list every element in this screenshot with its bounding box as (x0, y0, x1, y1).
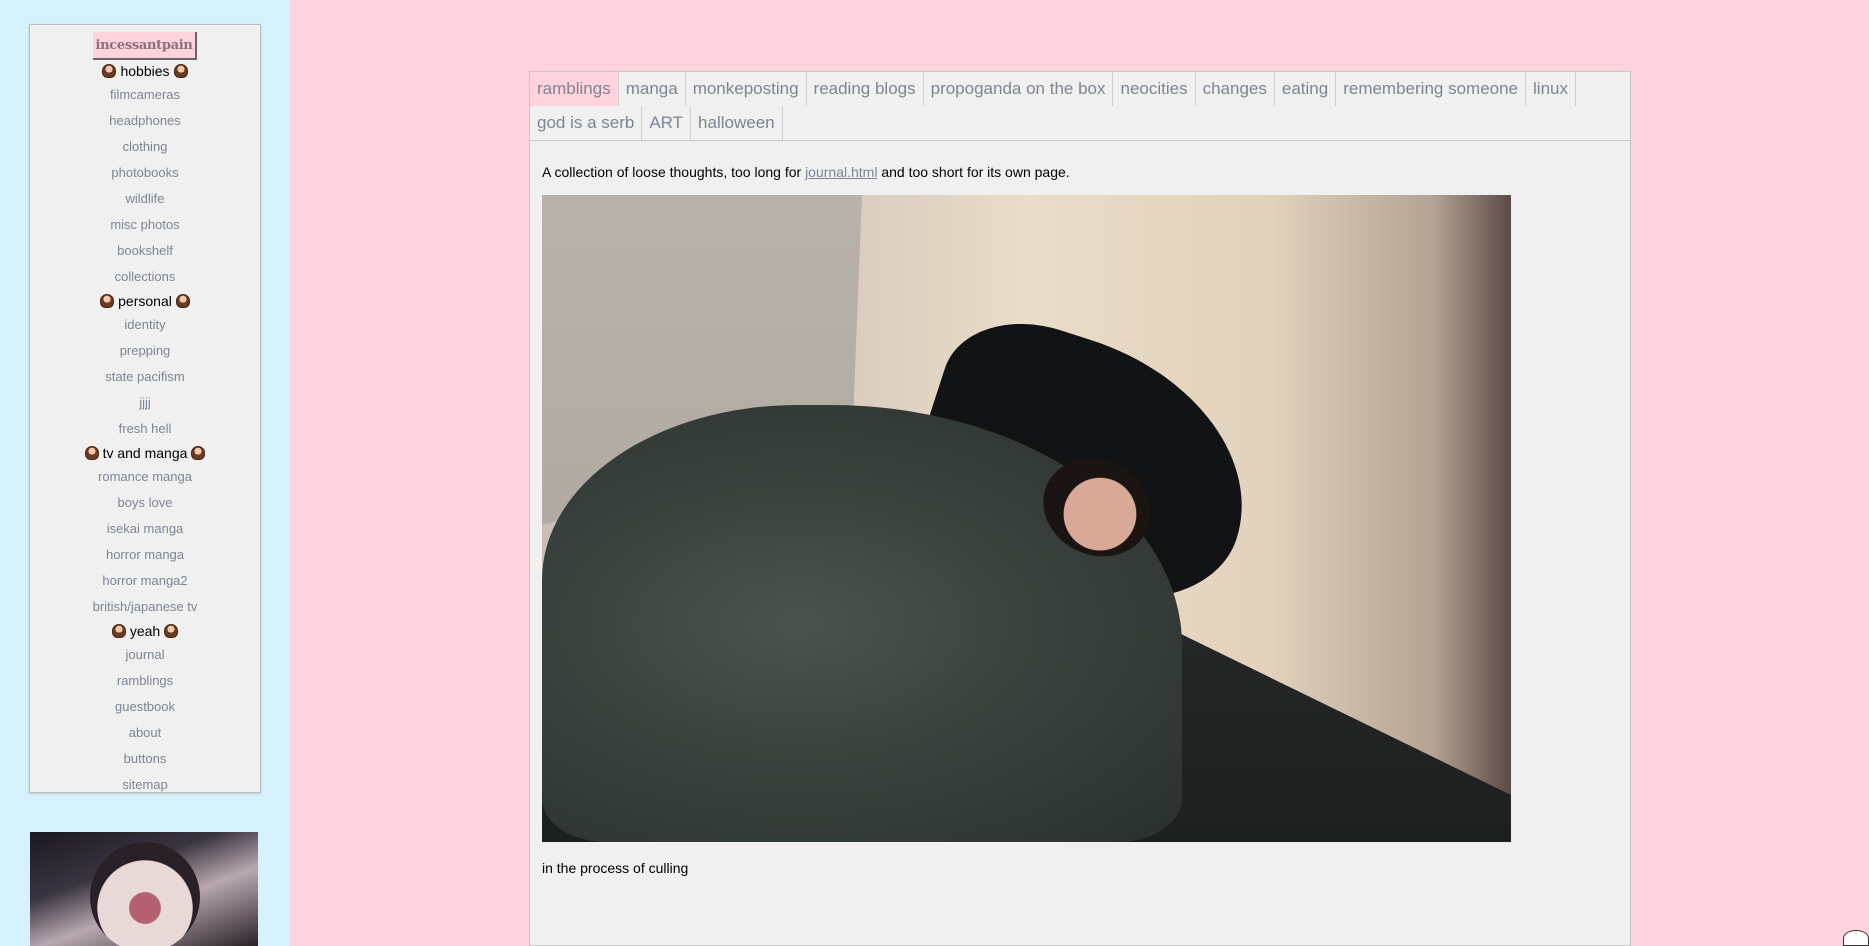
sidebar-item-horror-manga2[interactable]: horror manga2 (30, 568, 260, 594)
chibi-icon (100, 294, 115, 308)
tab-monkeposting[interactable]: monkeposting (685, 72, 807, 106)
chibi-icon (164, 624, 179, 638)
corner-mascot-icon (1843, 930, 1869, 946)
section-title: personal (118, 293, 172, 309)
tab-remembering-someone[interactable]: remembering someone (1336, 72, 1527, 106)
sidebar-item-state-pacifism[interactable]: state pacifism (30, 364, 260, 390)
tab-changes[interactable]: changes (1195, 72, 1275, 106)
journal-link[interactable]: journal.html (805, 164, 877, 180)
chibi-icon (84, 446, 99, 460)
tab-linux[interactable]: linux (1526, 72, 1576, 106)
sidebar-item-collections[interactable]: collections (30, 264, 260, 290)
section-title: tv and manga (102, 445, 188, 461)
sidebar-item-boys-love[interactable]: boys love (30, 490, 260, 516)
sidebar-item-wildlife[interactable]: wildlife (30, 186, 260, 212)
sidebar-item-isekai-manga[interactable]: isekai manga (30, 516, 260, 542)
content-area: A collection of loose thoughts, too long… (530, 141, 1630, 876)
tab-eating[interactable]: eating (1274, 72, 1337, 106)
tab-god-is-a-serb[interactable]: god is a serb (530, 106, 643, 140)
section-head-hobbies: hobbies (30, 60, 260, 82)
chibi-icon (191, 446, 206, 460)
intro-after: and too short for its own page. (877, 164, 1070, 180)
sidebar-item-misc-photos[interactable]: misc photos (30, 212, 260, 238)
sidebar-item-photobooks[interactable]: photobooks (30, 160, 260, 186)
tab-bar: ramblings manga monkeposting reading blo… (530, 72, 1630, 141)
section-title: yeah (129, 623, 161, 639)
sleeping-man-photo (542, 195, 1511, 842)
tab-reading-blogs[interactable]: reading blogs (806, 72, 924, 106)
tab-propoganda-on-the-box[interactable]: propoganda on the box (923, 72, 1114, 106)
sidebar-item-prepping[interactable]: prepping (30, 338, 260, 364)
section-head-yeah: yeah (30, 620, 260, 642)
sidebar-item-buttons[interactable]: buttons (30, 746, 260, 772)
tab-neocities[interactable]: neocities (1113, 72, 1196, 106)
site-name-wrap: incessantpain (30, 25, 260, 60)
sidebar-item-filmcameras[interactable]: filmcameras (30, 82, 260, 108)
sidebar-item-ramblings[interactable]: ramblings (30, 668, 260, 694)
sidebar-item-romance-manga[interactable]: romance manga (30, 464, 260, 490)
section-head-tv-and-manga: tv and manga (30, 442, 260, 464)
anime-face-shape (90, 842, 200, 946)
chibi-icon (102, 64, 117, 78)
chibi-icon (175, 294, 190, 308)
sidebar-item-headphones[interactable]: headphones (30, 108, 260, 134)
sidebar-item-british-japanese-tv[interactable]: british/japanese tv (30, 594, 260, 620)
sidebar-item-clothing[interactable]: clothing (30, 134, 260, 160)
tab-ramblings[interactable]: ramblings (530, 72, 619, 106)
site-name[interactable]: incessantpain (93, 32, 197, 60)
intro-text: A collection of loose thoughts, too long… (542, 163, 1618, 181)
section-head-personal: personal (30, 290, 260, 312)
sidebar-item-journal[interactable]: journal (30, 642, 260, 668)
sidebar-item-sitemap[interactable]: sitemap (30, 772, 260, 798)
tab-art[interactable]: ART (642, 106, 692, 140)
photo-caption: in the process of culling (542, 860, 689, 876)
sidebar-item-about[interactable]: about (30, 720, 260, 746)
sidebar-item-identity[interactable]: identity (30, 312, 260, 338)
sidebar-item-guestbook[interactable]: guestbook (30, 694, 260, 720)
main-panel: ramblings manga monkeposting reading blo… (529, 71, 1631, 946)
section-title: hobbies (120, 63, 170, 79)
chibi-icon (173, 64, 188, 78)
sidebar-item-jjjj[interactable]: jjjj (30, 390, 260, 416)
sidebar-item-bookshelf[interactable]: bookshelf (30, 238, 260, 264)
tab-halloween[interactable]: halloween (691, 106, 783, 140)
chibi-icon (111, 624, 126, 638)
sidebar-item-fresh-hell[interactable]: fresh hell (30, 416, 260, 442)
tab-manga[interactable]: manga (618, 72, 686, 106)
sidebar: incessantpain hobbies filmcameras headph… (29, 24, 261, 793)
anime-girl-image (30, 832, 258, 946)
left-column: incessantpain hobbies filmcameras headph… (0, 0, 290, 946)
intro-before: A collection of loose thoughts, too long… (542, 164, 806, 180)
sidebar-item-horror-manga[interactable]: horror manga (30, 542, 260, 568)
